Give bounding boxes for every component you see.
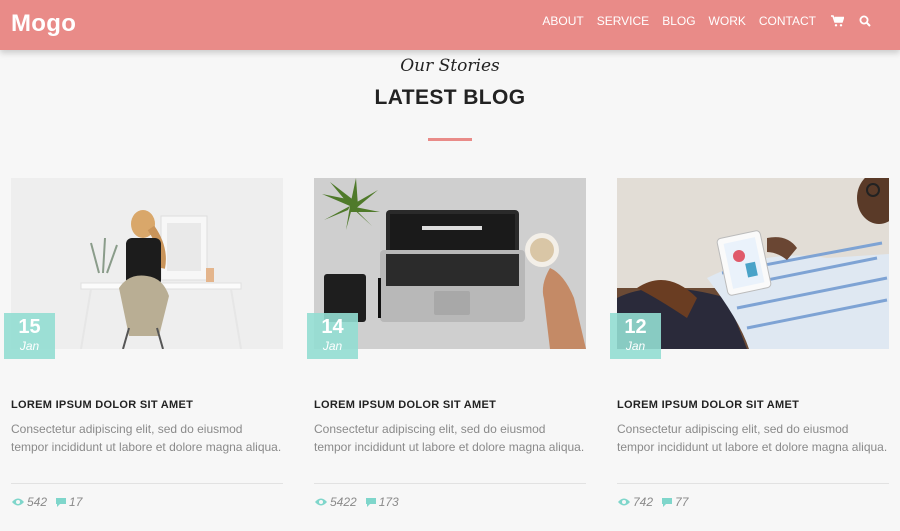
nav-about[interactable]: ABOUT [542,14,583,28]
comment-icon [365,497,376,507]
date-badge: 14 Jan [307,313,358,359]
comments-stat: 17 [55,495,82,509]
views-count: 742 [633,495,654,509]
post-excerpt: Consectetur adipiscing elit, sed do eius… [617,422,888,454]
nav-contact[interactable]: CONTACT [759,14,816,28]
site-header: Mogo ABOUT SERVICE BLOG WORK CONTACT [0,0,900,50]
post-excerpt: Consectetur adipiscing elit, sed do eius… [11,422,282,454]
post-title[interactable]: LOREM IPSUM DOLOR SIT AMET [11,399,193,411]
comments-count: 17 [69,495,83,509]
date-badge: 12 Jan [610,313,661,359]
nav-blog[interactable]: BLOG [662,14,695,28]
views-count: 542 [27,495,48,509]
date-month: Jan [19,339,40,353]
post-title[interactable]: LOREM IPSUM DOLOR SIT AMET [314,399,496,411]
date-badge: 15 Jan [4,313,55,359]
eye-icon [12,498,24,506]
views-stat: 542 [11,495,47,509]
section-title: LATEST BLOG [374,86,526,109]
title-underline [428,138,472,141]
comments-count: 173 [378,495,399,509]
section-subtitle: Our Stories [400,56,500,76]
card-divider [314,483,586,484]
views-stat: 5422 [314,495,357,509]
comment-icon [662,497,673,507]
comments-count: 77 [675,495,689,509]
date-day: 15 [18,316,41,338]
post-title[interactable]: LOREM IPSUM DOLOR SIT AMET [617,399,799,411]
date-month: Jan [322,339,343,353]
date-day: 14 [321,316,344,338]
post-stats: 542 17 [11,495,90,509]
eye-icon [315,498,327,506]
post-excerpt: Consectetur adipiscing elit, sed do eius… [314,422,585,454]
comments-stat: 77 [661,495,688,509]
cart-icon[interactable] [830,14,844,28]
post-stats: 742 77 [617,495,696,509]
search-icon[interactable] [858,14,872,28]
comments-stat: 173 [365,495,399,509]
eye-icon [618,498,630,506]
nav-service[interactable]: SERVICE [597,14,649,28]
card-divider [11,483,283,484]
comment-icon [56,497,67,507]
views-count: 5422 [330,495,357,509]
card-divider [617,483,889,484]
views-stat: 742 [617,495,653,509]
logo[interactable]: Mogo [11,10,76,38]
main-nav: ABOUT SERVICE BLOG WORK CONTACT [529,14,872,28]
date-month: Jan [625,339,646,353]
post-stats: 5422 173 [314,495,407,509]
date-day: 12 [624,316,647,338]
nav-work[interactable]: WORK [709,14,746,28]
